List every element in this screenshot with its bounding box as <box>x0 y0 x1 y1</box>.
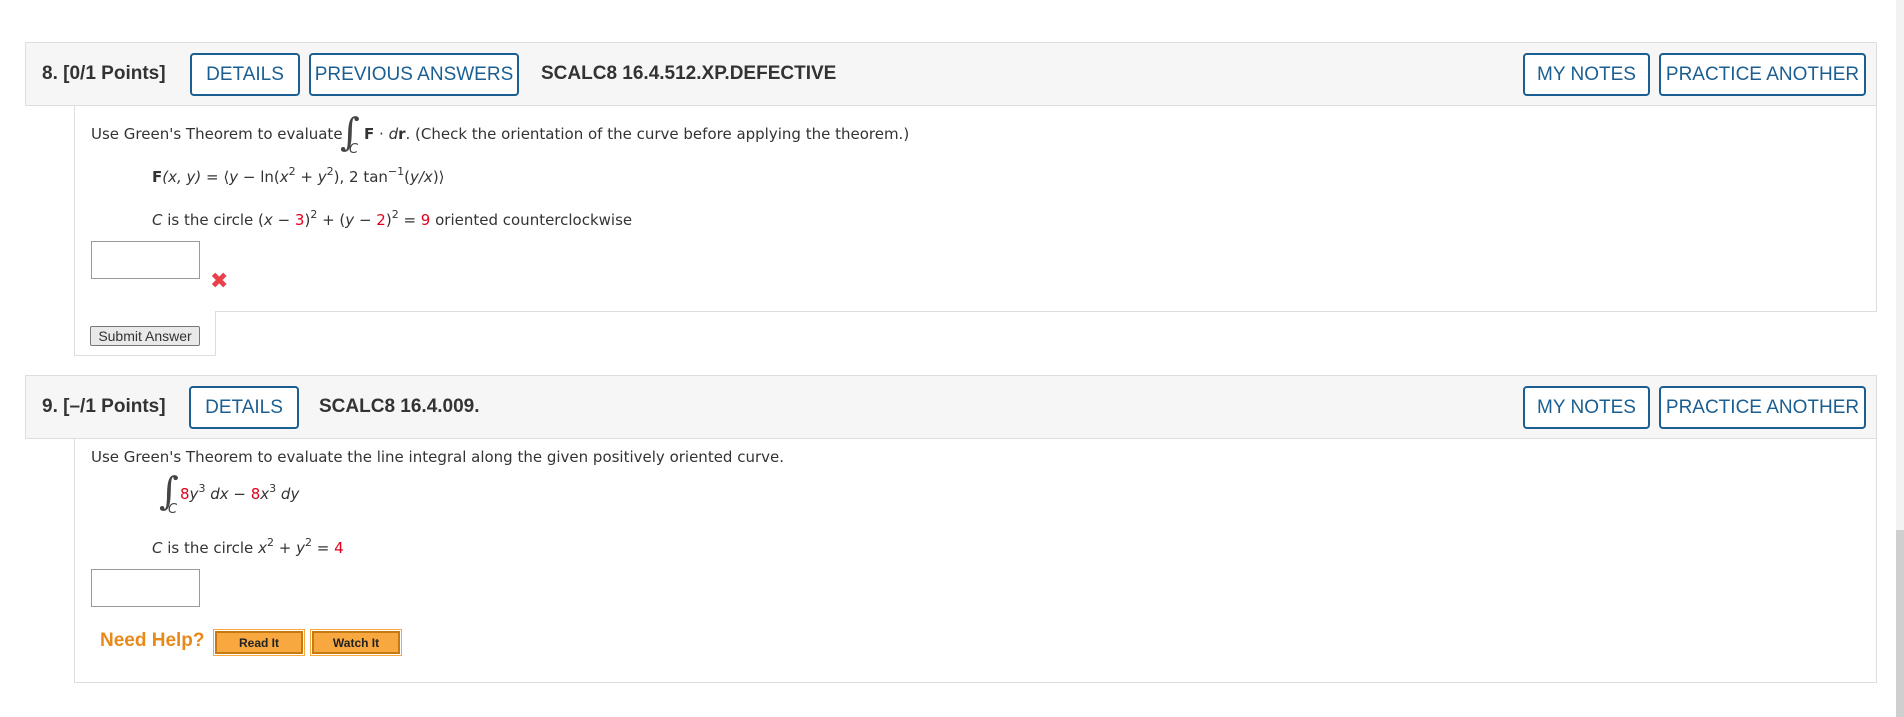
answer-input[interactable] <box>91 569 200 607</box>
read-it-button[interactable]: Read It <box>213 629 305 656</box>
dx: dx <box>205 485 229 503</box>
field-x: x <box>279 168 289 186</box>
details-label: DETAILS <box>206 63 284 85</box>
practice-another-button[interactable]: PRACTICE ANOTHER <box>1659 386 1866 429</box>
curve-equals: = <box>398 211 421 229</box>
incorrect-icon: ✖ <box>210 269 229 294</box>
question-points: [0/1 Points] <box>63 63 166 84</box>
curve-exponent-2: 2 <box>391 208 399 221</box>
integral-subscript: C <box>168 502 178 517</box>
coefficient-2: 8 <box>250 485 261 503</box>
curve-y: y <box>296 539 305 557</box>
field-y: y <box>229 168 239 186</box>
page-scrollbar-thumb[interactable] <box>1896 530 1904 717</box>
minus: − <box>228 485 251 503</box>
differential-d: d <box>388 125 399 143</box>
previous-answers-label: PREVIOUS ANSWERS <box>314 63 514 85</box>
previous-answers-button[interactable]: PREVIOUS ANSWERS <box>309 53 519 96</box>
curve-equals: = <box>311 539 335 557</box>
question-8-number: 8. [0/1 Points] <box>42 63 166 85</box>
question-8-header: 8. [0/1 Points] DETAILS PREVIOUS ANSWERS… <box>25 42 1877 106</box>
read-it-label: Read It <box>238 635 279 650</box>
question-8-prompt: Use Green's Theorem to evaluate <box>91 125 343 143</box>
curve-minus-2: − <box>354 211 377 229</box>
field-symbol: F <box>152 168 163 186</box>
field-exponent: 2 <box>288 165 296 178</box>
curve-exponent-2: 2 <box>304 536 312 549</box>
dy: dy <box>276 485 300 503</box>
vector-field-symbol: F <box>364 125 375 143</box>
integral-subscript: C <box>349 142 359 157</box>
prompt-continuation: . (Check the orientation of the curve be… <box>405 125 910 143</box>
details-button[interactable]: DETAILS <box>189 386 299 429</box>
question-code: SCALC8 16.4.512.XP.DEFECTIVE <box>541 63 837 84</box>
curve-radius-squared: 4 <box>334 539 344 557</box>
field-tan: ), 2 tan <box>333 168 388 186</box>
field-y2: y <box>317 168 327 186</box>
curve-description: C is the circle (x − 3)2 + (y − 2)2 = 9 … <box>152 208 633 229</box>
question-points: [–/1 Points] <box>63 396 166 417</box>
integrand: F · dr. (Check the orientation of the cu… <box>364 125 909 143</box>
details-button[interactable]: DETAILS <box>190 53 300 96</box>
watch-it-button[interactable]: Watch It <box>310 629 402 656</box>
details-label: DETAILS <box>205 396 283 418</box>
question-9-header: 9. [–/1 Points] DETAILS SCALC8 16.4.009.… <box>25 375 1877 439</box>
field-plus: + <box>295 168 318 186</box>
submit-label: Submit Answer <box>98 328 192 344</box>
position-vector-symbol: r <box>398 125 406 143</box>
vector-field-definition: F(x, y) = ⟨y − ln(x2 + y2), 2 tan−1(y/x)… <box>152 165 445 186</box>
curve-y: y <box>345 211 355 229</box>
my-notes-label: MY NOTES <box>1537 63 1636 85</box>
answer-input[interactable] <box>91 241 200 279</box>
curve-text: is the circle <box>162 539 259 557</box>
question-9-number: 9. [–/1 Points] <box>42 396 166 418</box>
question-code: SCALC8 16.4.009. <box>319 396 480 417</box>
curve-symbol: C <box>152 211 163 229</box>
field-variables: (x, y) <box>162 168 202 186</box>
practice-another-label: PRACTICE ANOTHER <box>1665 63 1860 85</box>
field-ln: − ln( <box>238 168 280 186</box>
curve-radius-squared: 9 <box>420 211 431 229</box>
field-ratio: y/x <box>410 168 433 186</box>
curve-center-y: 2 <box>376 211 386 229</box>
curve-description: C is the circle x2 + y2 = 4 <box>152 536 344 557</box>
curve-orientation: oriented counterclockwise <box>430 211 633 229</box>
curve-plus: + ( <box>317 211 346 229</box>
curve-minus: − <box>272 211 295 229</box>
dot-operator: · <box>374 125 389 143</box>
question-number: 9. <box>42 396 58 417</box>
my-notes-button[interactable]: MY NOTES <box>1523 53 1650 96</box>
field-close: )⟩ <box>432 168 445 186</box>
var-x: x <box>260 485 270 503</box>
need-help-label: Need Help? <box>100 630 205 651</box>
field-inverse: −1 <box>387 165 405 178</box>
field-exponent-2: 2 <box>326 165 334 178</box>
my-notes-label: MY NOTES <box>1537 396 1636 418</box>
curve-text: is the circle ( <box>162 211 264 229</box>
curve-x: x <box>258 539 267 557</box>
practice-another-button[interactable]: PRACTICE ANOTHER <box>1659 53 1866 96</box>
coefficient-1: 8 <box>180 485 190 503</box>
field-equals: = ⟨ <box>201 168 230 186</box>
practice-another-label: PRACTICE ANOTHER <box>1665 396 1860 418</box>
curve-exponent: 2 <box>266 536 274 549</box>
my-notes-button[interactable]: MY NOTES <box>1523 386 1650 429</box>
integrand: 8y3 dx − 8x3 dy <box>180 483 300 503</box>
curve-plus: + <box>273 539 297 557</box>
curve-symbol: C <box>152 539 163 557</box>
curve-x: x <box>263 211 273 229</box>
question-number: 8. <box>42 63 58 84</box>
question-9-prompt: Use Green's Theorem to evaluate the line… <box>91 448 785 466</box>
watch-it-label: Watch It <box>332 635 380 650</box>
submit-answer-button[interactable]: Submit Answer <box>90 326 200 346</box>
